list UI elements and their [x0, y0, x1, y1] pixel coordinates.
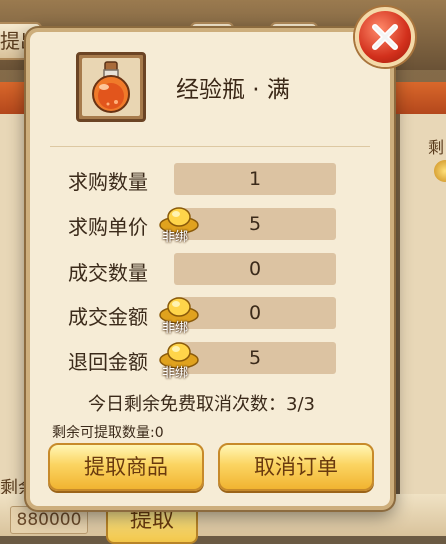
close-button[interactable]	[355, 7, 415, 67]
unit-price-label: 求购单价	[68, 215, 148, 239]
deal-amount-label: 成交金额	[68, 305, 148, 329]
non-bound-tag: 非绑	[162, 230, 189, 245]
refund-amount-label: 退回金额	[68, 350, 148, 374]
close-x-icon	[372, 24, 398, 50]
cancel-order-button[interactable]: 取消订单	[218, 443, 374, 491]
extract-goods-button[interactable]: 提取商品	[48, 443, 204, 491]
item-slot-inner	[82, 58, 140, 116]
deal-quantity-label: 成交数量	[68, 261, 148, 285]
background-amount: 880000	[10, 506, 88, 534]
deal-quantity-value: 0	[174, 253, 336, 285]
non-bound-tag: 非绑	[162, 366, 189, 381]
item-slot[interactable]	[76, 52, 146, 122]
free-cancel-count: 今日剩余免费取消次数：3/3	[88, 394, 315, 415]
background-right-label: 剩	[428, 138, 445, 157]
remaining-extract-count: 剩余可提取数量:0	[52, 425, 164, 441]
order-quantity-label: 求购数量	[68, 170, 148, 194]
divider	[50, 146, 370, 147]
non-bound-tag: 非绑	[162, 321, 189, 336]
item-name: 经验瓶 · 满	[176, 77, 290, 103]
potion-bottle-icon	[92, 61, 130, 113]
order-quantity-value: 1	[174, 163, 336, 195]
